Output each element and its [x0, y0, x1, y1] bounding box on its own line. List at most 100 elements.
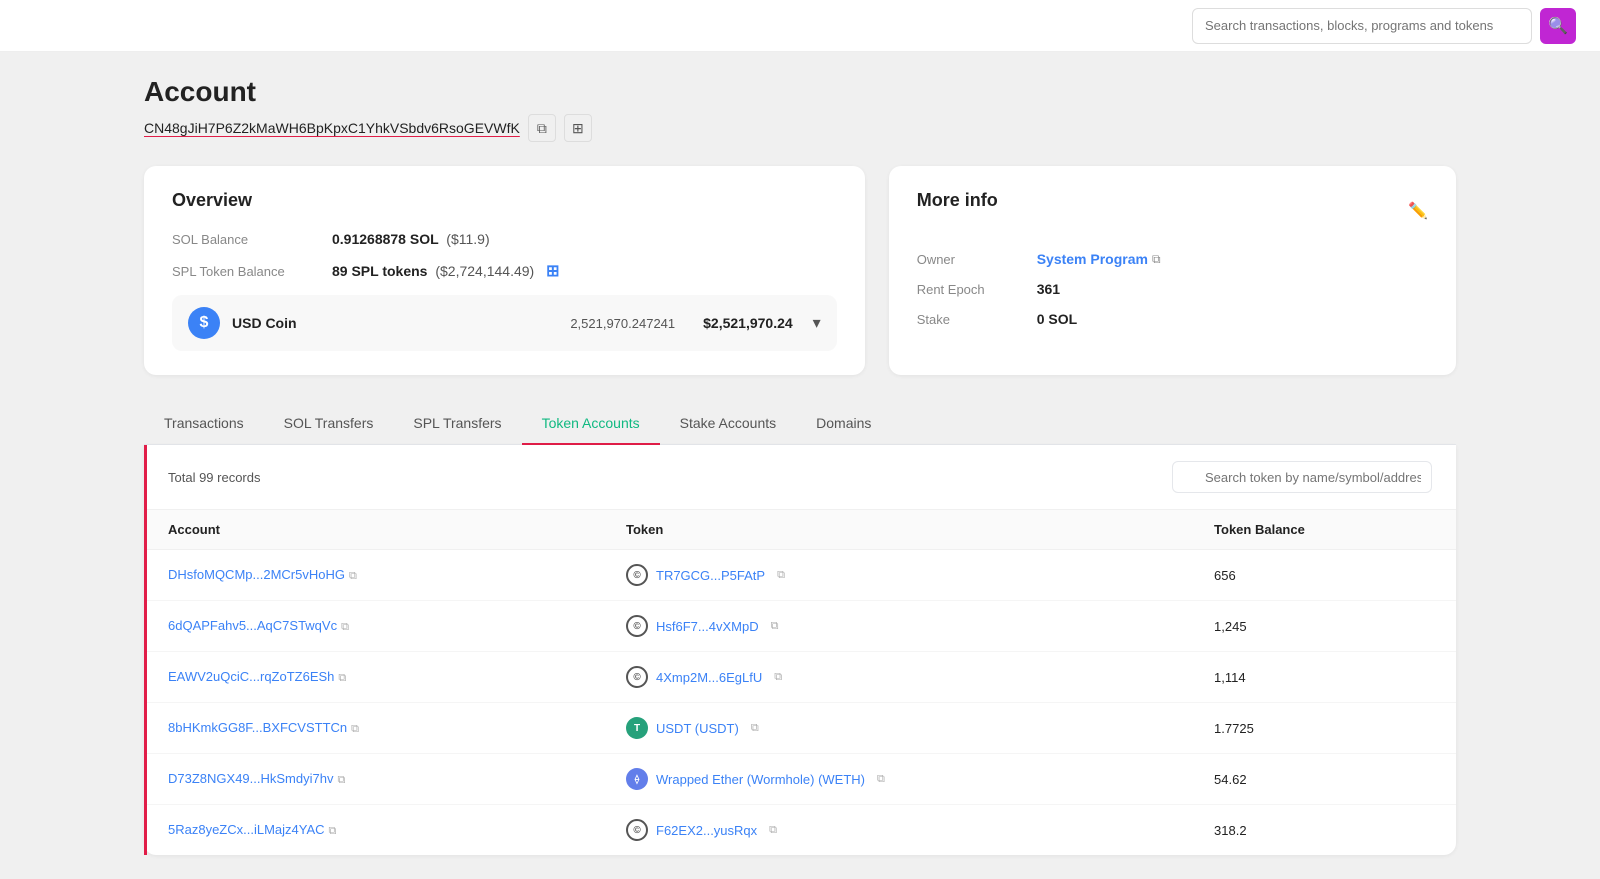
tab-token-accounts[interactable]: Token Accounts [522, 403, 660, 445]
balance-cell: 54.62 [1190, 754, 1456, 805]
edit-icon[interactable]: ✏️ [1408, 201, 1428, 221]
top-bar: 🔍 [0, 0, 1600, 52]
spl-token-icon[interactable]: ⊞ [546, 263, 559, 280]
table-row: 6dQAPFahv5...AqC7STwqVc ⧉ © Hsf6F7...4vXM… [144, 601, 1456, 652]
circle-c-icon: © [626, 819, 648, 841]
token-cell: © TR7GCG...P5FAtP ⧉ [602, 550, 1190, 601]
token-copy-icon[interactable]: ⧉ [774, 671, 782, 684]
spl-balance-row: SPL Token Balance 89 SPL tokens ($2,724,… [172, 261, 837, 281]
table-section: Total 99 records 🔍 Account Token Token B… [144, 445, 1456, 855]
token-cell: © F62EX2...yusRqx ⧉ [602, 805, 1190, 856]
token-copy-icon[interactable]: ⧉ [877, 773, 885, 786]
table-row: EAWV2uQciC...rqZoTZ6ESh ⧉ © 4Xmp2M...6EgL… [144, 652, 1456, 703]
search-input[interactable] [1192, 8, 1532, 44]
token-cell-inner: © F62EX2...yusRqx ⧉ [626, 819, 1166, 841]
token-amount: 2,521,970.247241 [570, 316, 675, 331]
token-cell: © Hsf6F7...4vXMpD ⧉ [602, 601, 1190, 652]
token-chevron-button[interactable]: ▾ [813, 313, 821, 333]
token-icon: $ [188, 307, 220, 339]
token-link[interactable]: F62EX2...yusRqx [656, 823, 757, 838]
token-link[interactable]: Wrapped Ether (Wormhole) (WETH) [656, 772, 865, 787]
tab-spl-transfers[interactable]: SPL Transfers [393, 403, 521, 445]
stake-value: 0 SOL [1037, 311, 1077, 327]
main-content: Account CN48gJiH7P6Z2kMaWH6BpKpxC1YhkVSb… [120, 52, 1480, 879]
total-records: Total 99 records [168, 470, 261, 485]
stake-label: Stake [917, 312, 1037, 327]
table-row: 8bHKmkGG8F...BXFCVSTTCn ⧉ T USDT (USDT) ⧉… [144, 703, 1456, 754]
circle-c-icon: © [626, 564, 648, 586]
account-link[interactable]: DHsfoMQCMp...2MCr5vHoHG [168, 567, 345, 582]
sol-balance-value: 0.91268878 SOL ($11.9) [332, 231, 490, 247]
balance-cell: 1,114 [1190, 652, 1456, 703]
weth-icon: ⟠ [626, 768, 648, 790]
usdt-icon: T [626, 717, 648, 739]
token-cell: © 4Xmp2M...6EgLfU ⧉ [602, 652, 1190, 703]
token-link[interactable]: 4Xmp2M...6EgLfU [656, 670, 762, 685]
token-copy-icon[interactable]: ⧉ [751, 722, 759, 735]
sol-balance-row: SOL Balance 0.91268878 SOL ($11.9) [172, 231, 837, 247]
stake-row: Stake 0 SOL [917, 311, 1428, 327]
tab-stake-accounts[interactable]: Stake Accounts [660, 403, 797, 445]
account-copy-icon[interactable]: ⧉ [341, 621, 349, 634]
copy-icon: ⧉ [537, 120, 547, 137]
table-header: Account Token Token Balance [144, 510, 1456, 550]
token-link[interactable]: USDT (USDT) [656, 721, 739, 736]
sol-balance-label: SOL Balance [172, 232, 332, 247]
search-button[interactable]: 🔍 [1540, 8, 1576, 44]
table-body: DHsfoMQCMp...2MCr5vHoHG ⧉ © TR7GCG...P5FA… [144, 550, 1456, 856]
token-link[interactable]: Hsf6F7...4vXMpD [656, 619, 759, 634]
account-link[interactable]: D73Z8NGX49...HkSmdyi7hv [168, 771, 333, 786]
account-link[interactable]: 5Raz8yeZCx...iLMajz4YAC [168, 822, 325, 837]
token-copy-icon[interactable]: ⧉ [769, 824, 777, 837]
token-value: $2,521,970.24 [703, 315, 793, 331]
owner-row: Owner System Program ⧉ [917, 251, 1428, 267]
token-copy-icon[interactable]: ⧉ [771, 620, 779, 633]
table-toolbar: Total 99 records 🔍 [144, 445, 1456, 510]
spl-balance-label: SPL Token Balance [172, 264, 332, 279]
balance-cell: 318.2 [1190, 805, 1456, 856]
token-search-input[interactable] [1172, 461, 1432, 493]
account-cell: 5Raz8yeZCx...iLMajz4YAC ⧉ [144, 805, 602, 856]
qr-code-button[interactable]: ⊞ [564, 114, 592, 142]
qr-icon: ⊞ [572, 120, 584, 137]
tab-domains[interactable]: Domains [796, 403, 891, 445]
balance-cell: 1,245 [1190, 601, 1456, 652]
overview-card: Overview SOL Balance 0.91268878 SOL ($11… [144, 166, 865, 375]
token-row-box: $ USD Coin 2,521,970.247241 $2,521,970.2… [172, 295, 837, 351]
spl-balance-value: 89 SPL tokens ($2,724,144.49) ⊞ [332, 261, 560, 281]
account-copy-icon[interactable]: ⧉ [351, 723, 359, 736]
token-copy-icon[interactable]: ⧉ [777, 569, 785, 582]
account-copy-icon[interactable]: ⧉ [329, 825, 337, 838]
table-row: DHsfoMQCMp...2MCr5vHoHG ⧉ © TR7GCG...P5FA… [144, 550, 1456, 601]
account-copy-icon[interactable]: ⧉ [349, 570, 357, 583]
account-cell: DHsfoMQCMp...2MCr5vHoHG ⧉ [144, 550, 602, 601]
tabs-row: TransactionsSOL TransfersSPL TransfersTo… [144, 403, 1456, 445]
token-cell-inner: T USDT (USDT) ⧉ [626, 717, 1166, 739]
page-title: Account [144, 76, 1456, 108]
account-link[interactable]: 8bHKmkGG8F...BXFCVSTTCn [168, 720, 347, 735]
tab-sol-transfers[interactable]: SOL Transfers [264, 403, 394, 445]
account-link[interactable]: 6dQAPFahv5...AqC7STwqVc [168, 618, 337, 633]
token-link[interactable]: TR7GCG...P5FAtP [656, 568, 765, 583]
search-icon: 🔍 [1548, 16, 1568, 36]
more-info-title: More info [917, 190, 998, 211]
account-copy-icon[interactable]: ⧉ [337, 774, 345, 787]
tab-transactions[interactable]: Transactions [144, 403, 264, 445]
owner-copy-icon[interactable]: ⧉ [1152, 252, 1161, 267]
token-cell: T USDT (USDT) ⧉ [602, 703, 1190, 754]
token-cell-inner: © TR7GCG...P5FAtP ⧉ [626, 564, 1166, 586]
token-search-wrapper: 🔍 [1172, 461, 1432, 493]
copy-address-button[interactable]: ⧉ [528, 114, 556, 142]
account-link[interactable]: EAWV2uQciC...rqZoTZ6ESh [168, 669, 334, 684]
balance-cell: 656 [1190, 550, 1456, 601]
circle-c-icon: © [626, 666, 648, 688]
col-token: Token [602, 510, 1190, 550]
more-info-card: More info ✏️ Owner System Program ⧉ Rent… [889, 166, 1456, 375]
account-address-row: CN48gJiH7P6Z2kMaWH6BpKpxC1YhkVSbdv6RsoGE… [144, 114, 1456, 142]
owner-value[interactable]: System Program [1037, 251, 1148, 267]
table-row: D73Z8NGX49...HkSmdyi7hv ⧉ ⟠ Wrapped Ether… [144, 754, 1456, 805]
account-cell: EAWV2uQciC...rqZoTZ6ESh ⧉ [144, 652, 602, 703]
cards-row: Overview SOL Balance 0.91268878 SOL ($11… [144, 166, 1456, 375]
account-cell: 8bHKmkGG8F...BXFCVSTTCn ⧉ [144, 703, 602, 754]
account-copy-icon[interactable]: ⧉ [338, 672, 346, 685]
